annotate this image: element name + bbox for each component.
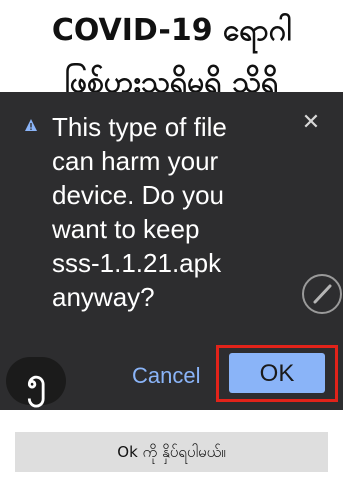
instruction-caption: Ok ကို နှိပ်ရပါမယ်။ [15, 432, 328, 472]
headline: COVID-19 ရောဂါ ဖြစ်ပွားသူရှိမရှိ သိရှိ [0, 0, 343, 92]
download-warning-dialog: This type of file can harm your device. … [0, 92, 343, 410]
step-number-badge: ၅ [6, 357, 66, 405]
headline-line-2: ဖြစ်ပွားသူရှိမရှိ သိရှိ [64, 65, 279, 92]
cancel-button[interactable]: Cancel [132, 358, 222, 394]
close-icon[interactable]: ✕ [300, 112, 322, 134]
edit-icon[interactable] [302, 274, 342, 314]
ok-button[interactable]: OK [229, 353, 325, 393]
headline-line-1: COVID-19 ရောဂါ [51, 13, 292, 48]
dialog-message: This type of file can harm your device. … [52, 112, 227, 312]
warning-triangle-icon [25, 119, 37, 131]
pencil-icon [313, 284, 332, 304]
